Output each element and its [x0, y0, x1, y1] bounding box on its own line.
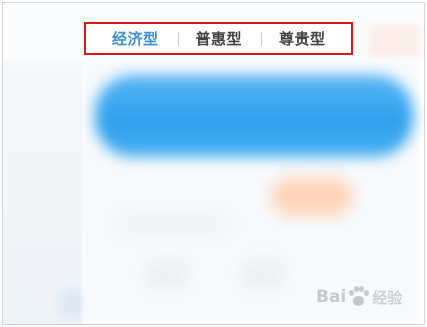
promo-banner-blurred[interactable] — [95, 75, 413, 157]
baidu-jingyan-watermark: Bai 经验 — [316, 286, 402, 308]
tab-economy[interactable]: 经济型 — [112, 28, 159, 49]
content-item-blurred[interactable] — [241, 259, 285, 289]
tab-divider — [261, 31, 263, 46]
orange-button-blurred[interactable] — [271, 178, 353, 216]
content-item-blurred[interactable] — [145, 259, 189, 289]
watermark-text-bai: Bai — [316, 287, 347, 307]
header-right-chip-blurred — [369, 25, 419, 57]
tab-inclusive[interactable]: 普惠型 — [196, 28, 243, 49]
tab-divider — [177, 31, 179, 46]
paw-icon — [347, 286, 370, 308]
watermark-text-jingyan: 经验 — [372, 288, 403, 307]
tab-premium[interactable]: 尊贵型 — [279, 28, 326, 49]
content-text-blurred — [113, 213, 233, 235]
plan-type-tab-bar: 经济型 普惠型 尊贵型 — [84, 22, 353, 55]
screenshot-frame: 经济型 普惠型 尊贵型 Bai 经验 — [2, 2, 425, 325]
